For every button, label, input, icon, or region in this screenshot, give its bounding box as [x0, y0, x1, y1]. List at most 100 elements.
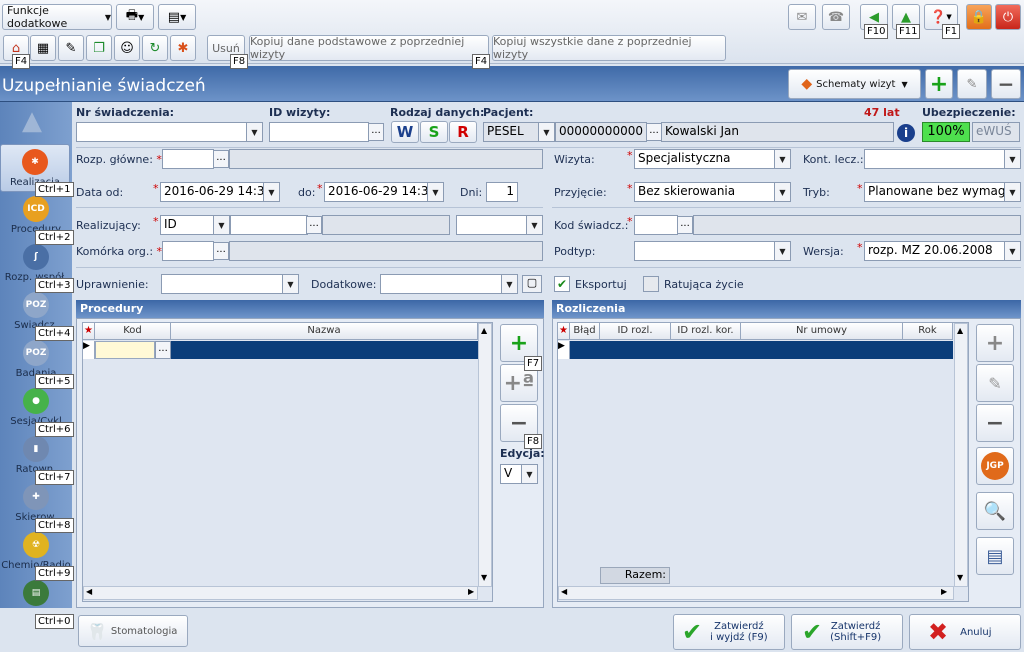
rozp-glowne-browse-button[interactable]: ... — [213, 150, 229, 168]
przyjecie-select[interactable]: Bez skierowania ▼ — [634, 182, 791, 202]
column-header-nr-umowy[interactable]: Nr umowy — [741, 323, 903, 340]
data-od-picker[interactable]: 2016-06-29 14:30 ▼ — [160, 182, 280, 202]
komorka-browse-button[interactable]: ... — [213, 242, 229, 260]
chevron-left-icon[interactable]: ◀ — [86, 587, 92, 596]
chevron-up-icon[interactable]: ▲ — [957, 326, 963, 335]
anuluj-button[interactable]: ✖ Anuluj — [909, 614, 1021, 650]
copy-all-button[interactable]: Kopiuj wszystkie dane z poprzedniej wizy… — [492, 35, 726, 61]
fax-button[interactable]: ☎ — [822, 4, 850, 30]
wersja-select[interactable]: rozp. MZ 20.06.2008 ▼ — [864, 241, 1021, 261]
komorka-input[interactable] — [162, 241, 214, 261]
add-rozliczenie-button[interactable]: + — [976, 324, 1014, 362]
uprawnienie-select[interactable]: ▼ — [161, 274, 299, 294]
columns-icon: ▤ — [167, 9, 181, 25]
realizujacy-input[interactable] — [230, 215, 308, 235]
tryb-select[interactable]: Planowane bez wymagan ▼ — [864, 182, 1021, 202]
chevron-down-icon[interactable]: ▼ — [481, 573, 487, 582]
search-rozliczenie-button[interactable]: 🔍 — [976, 492, 1014, 530]
kont-lecz-select[interactable]: ▼ — [864, 149, 1021, 169]
komorka-label: Komórka org.: * — [76, 245, 163, 258]
sidebar-item-icon: ● — [23, 388, 49, 414]
procedury-hscroll[interactable] — [83, 586, 478, 600]
podtyp-select[interactable]: ▼ — [634, 241, 791, 261]
kod-swiadcz-input[interactable] — [634, 215, 678, 235]
column-header-rok[interactable]: Rok — [903, 323, 953, 340]
nr-swiadczenia-select[interactable]: ▼ — [76, 122, 263, 142]
info-icon[interactable]: i — [897, 124, 915, 142]
mail-button[interactable]: ✉ — [788, 4, 816, 30]
rodzaj-s-button[interactable]: S — [420, 121, 448, 143]
rozp-glowne-input[interactable] — [162, 149, 214, 169]
dodatkowe-list-button[interactable]: ▢ — [522, 275, 542, 293]
patients-button[interactable]: ☺ — [114, 35, 140, 61]
ewus-button[interactable]: eWUŚ — [972, 122, 1020, 142]
add-schema-button[interactable]: + — [925, 69, 953, 99]
dodatkowe-select[interactable]: ▼ — [380, 274, 518, 294]
zatwierdz-button[interactable]: ✔ Zatwierdź (Shift+F9) — [791, 614, 903, 650]
patient-browse-button[interactable]: ... — [646, 123, 662, 141]
wizyta-value: Specjalistyczna — [638, 151, 731, 165]
medical-button[interactable]: ✱ — [170, 35, 196, 61]
rodzaj-r-button[interactable]: R — [449, 121, 477, 143]
scroll-up-icon[interactable]: ▲ — [22, 106, 42, 136]
jgp-button[interactable]: JGP — [976, 447, 1014, 485]
chevron-down-icon: ▼ — [1004, 183, 1020, 201]
id-wizyty-input[interactable] — [269, 122, 369, 142]
realizujacy-browse-button[interactable]: ... — [306, 216, 322, 234]
tools-button[interactable]: ✎ — [58, 35, 84, 61]
rozliczenia-hscroll[interactable] — [558, 586, 954, 600]
wizyta-select[interactable]: Specjalistyczna ▼ — [634, 149, 791, 169]
kod-swiadcz-browse-button[interactable]: ... — [677, 216, 693, 234]
funkcje-dodatkowe-dropdown[interactable]: Funkcje dodatkowe ▼ — [2, 4, 112, 30]
stomatologia-button[interactable]: 🦷 Stomatologia — [78, 615, 188, 647]
chevron-right-icon[interactable]: ▶ — [941, 587, 947, 596]
kod-cell-input[interactable] — [95, 341, 155, 359]
chevron-left-icon[interactable]: ◀ — [561, 587, 567, 596]
remove-rozliczenie-button[interactable]: − — [976, 404, 1014, 442]
print-button[interactable]: 🖶 ▼ — [116, 4, 154, 30]
table-row[interactable] — [171, 341, 478, 359]
rozliczenia-vscroll[interactable] — [954, 323, 968, 587]
schematy-wizyt-dropdown[interactable]: ◆ Schematy wizyt ▼ — [788, 69, 921, 99]
edit-rozliczenie-button[interactable]: ✎ — [976, 364, 1014, 402]
remove-schema-button[interactable]: − — [991, 69, 1021, 99]
eksportuj-checkbox[interactable]: ✔ — [554, 276, 570, 292]
data-do-value: 2016-06-29 14:30 — [328, 184, 437, 198]
column-header-id-rozl-kor[interactable]: ID rozl. kor. — [671, 323, 741, 340]
kod-cell-browse-button[interactable]: ... — [155, 341, 171, 359]
layout-button[interactable]: ▤ ▼ — [158, 4, 196, 30]
divider — [76, 267, 1021, 268]
rodzaj-w-button[interactable]: W — [391, 121, 419, 143]
refresh-button[interactable]: ↻ — [142, 35, 168, 61]
data-do-picker[interactable]: 2016-06-29 14:30 ▼ — [324, 182, 444, 202]
column-header-blad[interactable]: Błąd — [570, 323, 600, 340]
ratujaca-checkbox[interactable] — [643, 276, 659, 292]
sidebar-shortcut: Ctrl+3 — [35, 278, 74, 293]
sidebar-shortcut: Ctrl+0 — [35, 614, 74, 629]
documents-button[interactable]: ❐ — [86, 35, 112, 61]
dni-input[interactable]: 1 — [486, 182, 518, 202]
column-header-id-rozl[interactable]: ID rozl. — [600, 323, 671, 340]
procedury-vscroll[interactable] — [478, 323, 492, 587]
copy-basic-button[interactable]: Kopiuj dane podstawowe z poprzedniej wiz… — [249, 35, 489, 61]
edycja-select[interactable]: V ▼ — [500, 464, 538, 484]
pacjent-label: Pacjent: — [483, 106, 534, 119]
id-type-select[interactable]: PESEL ▼ — [483, 122, 555, 142]
realizujacy-type-select[interactable]: ID ▼ — [160, 215, 230, 235]
eu-document-button[interactable]: ▤ — [976, 537, 1014, 575]
zatwierdz-wyjdz-button[interactable]: ✔ Zatwierdź i wyjdź (F9) — [673, 614, 785, 650]
power-button[interactable]: ⏻ — [995, 4, 1021, 30]
column-header-kod[interactable]: Kod — [95, 323, 171, 340]
column-header-nazwa[interactable]: Nazwa — [171, 323, 478, 340]
lock-button[interactable]: 🔒 — [966, 4, 992, 30]
realizujacy-extra-select[interactable]: ▼ — [456, 215, 543, 235]
calendar-button[interactable]: ▦ — [30, 35, 56, 61]
plus-icon: + — [985, 330, 1005, 356]
id-wizyty-browse-button[interactable]: ... — [368, 123, 384, 141]
table-row[interactable] — [570, 341, 953, 359]
chevron-down-icon[interactable]: ▼ — [957, 573, 963, 582]
chevron-up-icon[interactable]: ▲ — [481, 326, 487, 335]
stomatologia-label: Stomatologia — [110, 625, 178, 637]
chevron-right-icon[interactable]: ▶ — [468, 587, 474, 596]
edit-schema-button[interactable]: ✎ — [957, 69, 987, 99]
